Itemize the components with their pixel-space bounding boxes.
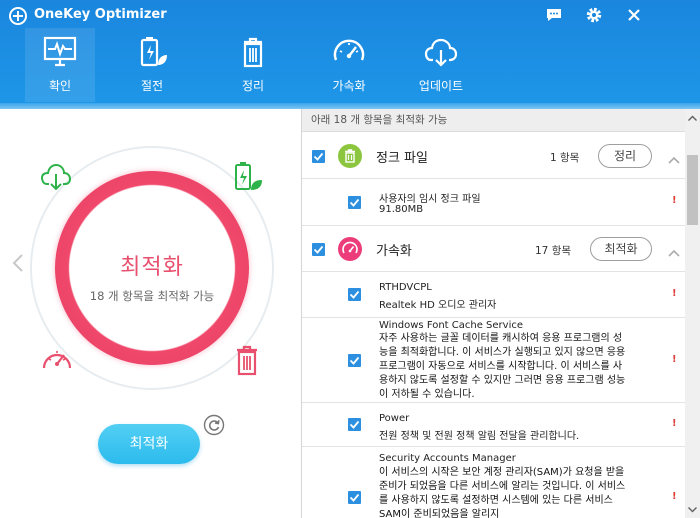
item-description: 이 서비스의 시작은 보안 계정 관리자(SAM)가 요청을 받을 준비가 되었… xyxy=(379,467,626,518)
item-title: 사용자의 임시 정크 파일 xyxy=(379,194,481,205)
category-name: 가속화 xyxy=(376,244,412,259)
app-title: OneKey Optimizer xyxy=(34,7,167,22)
item-description: 자주 사용하는 글꼴 데이터를 캐시하여 응용 프로그램의 성능을 최적화합니다… xyxy=(379,333,626,400)
tab-label: 절전 xyxy=(140,79,164,93)
tab-accelerate[interactable]: 가속화 xyxy=(314,28,384,102)
item-checkbox[interactable] xyxy=(348,196,361,209)
tab-update[interactable]: 업데이트 xyxy=(406,28,476,102)
optimization-list-panel: 아래 18 개 항목을 최적화 가능 정크 파일 1 항목 정리 사용자의 임시… xyxy=(302,109,700,518)
scroll-up-icon[interactable] xyxy=(685,111,700,126)
warning-indicator: ! xyxy=(672,354,677,365)
item-title: Power xyxy=(379,413,410,424)
speedometer-icon xyxy=(40,343,74,377)
center-title: 최적화 xyxy=(120,255,184,280)
warning-indicator: ! xyxy=(672,491,677,502)
header-bar: OneKey Optimizer 확인 절전 정리 가속화 업데이트 xyxy=(0,0,700,109)
optimize-category-button[interactable]: 최적화 xyxy=(590,237,652,261)
battery-leaf-icon xyxy=(231,160,265,194)
speedometer-icon xyxy=(338,237,362,261)
item-checkbox[interactable] xyxy=(348,288,361,301)
center-subtitle: 18 개 항목을 최적화 가능 xyxy=(89,289,215,303)
category-junk-files: 정크 파일 1 항목 정리 xyxy=(302,133,685,179)
chevron-left-icon[interactable] xyxy=(11,253,25,273)
tab-check[interactable]: 확인 xyxy=(25,28,95,102)
category-name: 정크 파일 xyxy=(376,151,428,166)
category-count: 17 항목 xyxy=(535,245,572,257)
cloud-download-icon xyxy=(423,34,459,70)
category-count: 1 항목 xyxy=(550,152,580,164)
tab-label: 업데이트 xyxy=(418,79,464,93)
category-checkbox[interactable] xyxy=(312,150,325,163)
category-checkbox[interactable] xyxy=(312,243,325,256)
summary-text: 아래 18 개 항목을 최적화 가능 xyxy=(302,109,685,132)
item-title: Security Accounts Manager xyxy=(379,453,516,464)
warning-indicator: ! xyxy=(672,288,677,299)
item-title: RTHDVCPL xyxy=(379,282,432,293)
warning-indicator: ! xyxy=(672,195,677,206)
gear-icon[interactable] xyxy=(584,5,604,25)
tab-label: 가속화 xyxy=(332,79,366,93)
chevron-up-icon[interactable] xyxy=(668,243,680,257)
item-checkbox[interactable] xyxy=(348,491,361,504)
item-description: 전원 정책 및 전원 정책 알림 전달을 관리합니다. xyxy=(379,431,580,442)
list-item: Security Accounts Manager 이 서비스의 시작은 보안 … xyxy=(302,447,685,518)
chevron-up-icon[interactable] xyxy=(668,150,680,164)
item-size: 91.80MB xyxy=(379,204,424,215)
refresh-icon[interactable] xyxy=(203,414,225,436)
clean-button[interactable]: 정리 xyxy=(598,144,652,168)
trash-icon xyxy=(338,144,362,168)
cloud-download-icon xyxy=(39,160,73,194)
scrollbar-thumb[interactable] xyxy=(687,155,698,225)
trash-icon xyxy=(235,34,271,70)
list-item: Windows Font Cache Service 자주 사용하는 글꼴 데이… xyxy=(302,318,685,403)
speedometer-icon xyxy=(331,34,367,70)
vertical-scrollbar[interactable] xyxy=(685,109,700,518)
chat-icon[interactable] xyxy=(544,5,564,25)
battery-leaf-icon xyxy=(134,34,170,70)
scroll-down-icon[interactable] xyxy=(685,502,700,517)
warning-indicator: ! xyxy=(672,418,677,429)
optimize-button[interactable]: 최적화 xyxy=(98,424,200,464)
monitor-pulse-icon xyxy=(42,34,78,70)
item-checkbox[interactable] xyxy=(348,354,361,367)
tab-power-save[interactable]: 절전 xyxy=(117,28,187,102)
tab-label: 확인 xyxy=(48,79,72,93)
app-logo-icon xyxy=(8,6,28,26)
category-accelerate: 가속화 17 항목 최적화 xyxy=(302,226,685,272)
list-item: 사용자의 임시 정크 파일 91.80MB ! xyxy=(302,179,685,226)
optimize-dashboard: 최적화 18 개 항목을 최적화 가능 최적화 xyxy=(0,109,302,518)
list-item: Power 전원 정책 및 전원 정책 알림 전달을 관리합니다. ! xyxy=(302,403,685,447)
item-title: Windows Font Cache Service xyxy=(379,320,524,331)
list-item: RTHDVCPL Realtek HD 오디오 관리자 ! xyxy=(302,272,685,318)
item-checkbox[interactable] xyxy=(348,418,361,431)
trash-icon xyxy=(230,343,264,377)
item-description: Realtek HD 오디오 관리자 xyxy=(379,300,497,311)
close-icon[interactable] xyxy=(624,5,644,25)
tab-cleanup[interactable]: 정리 xyxy=(218,28,288,102)
tab-label: 정리 xyxy=(241,79,265,93)
